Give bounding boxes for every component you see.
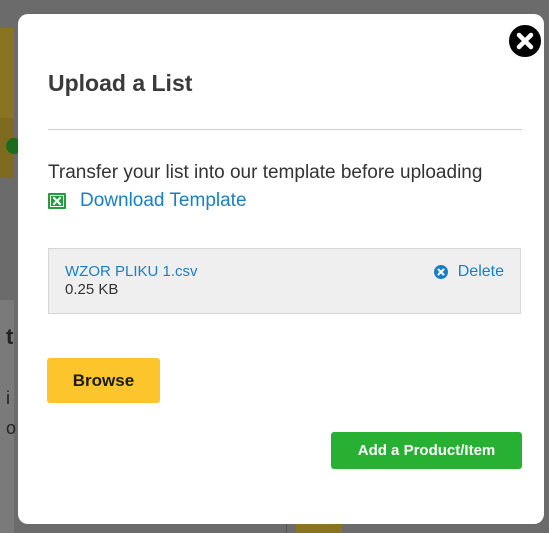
upload-instructions: Transfer your list into our template bef… <box>48 162 483 183</box>
background-text: o <box>6 418 17 438</box>
add-product-item-button[interactable]: Add a Product/Item <box>331 432 522 469</box>
uploaded-file-name[interactable]: WZOR PLIKU 1.csv <box>65 263 198 280</box>
close-modal-button[interactable] <box>507 23 543 59</box>
upload-list-modal: Upload a List Transfer your list into ou… <box>18 14 544 524</box>
delete-file-button[interactable]: Delete <box>433 263 504 281</box>
background-text: t <box>6 324 14 349</box>
background-text: i <box>6 388 10 408</box>
uploaded-file-card: WZOR PLIKU 1.csv 0.25 KB Delete <box>48 248 521 314</box>
delete-label: Delete <box>457 263 504 280</box>
close-icon <box>509 25 541 57</box>
download-template-link[interactable]: Download Template <box>80 190 247 212</box>
circle-x-icon <box>433 265 448 279</box>
modal-title: Upload a List <box>48 70 193 96</box>
excel-icon <box>48 193 66 209</box>
title-divider <box>48 129 522 130</box>
browse-button[interactable]: Browse <box>47 358 160 403</box>
uploaded-file-size: 0.25 KB <box>65 281 119 298</box>
background-panel <box>0 28 14 118</box>
download-template-row: Download Template <box>48 190 247 212</box>
